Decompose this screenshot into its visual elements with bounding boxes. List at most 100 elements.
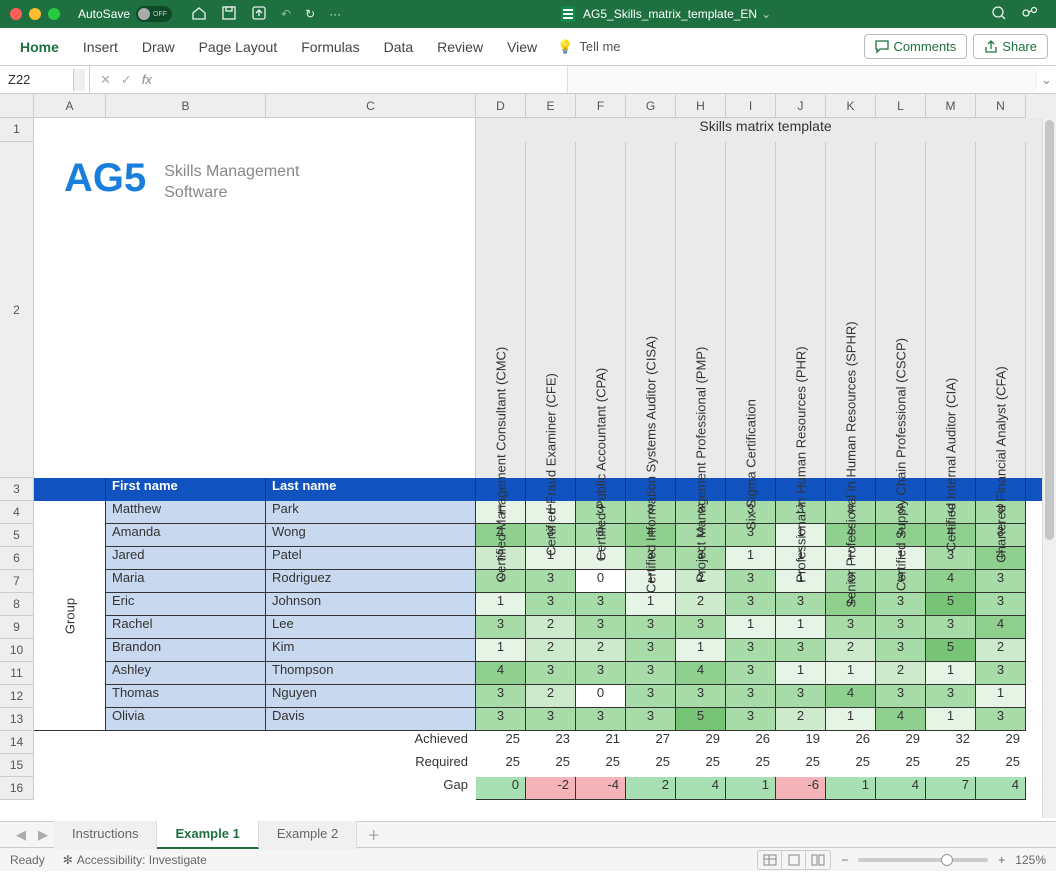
accessibility-icon[interactable]: ✻	[63, 853, 73, 867]
last-name-cell[interactable]: Johnson	[266, 593, 476, 616]
summary-cell[interactable]: 19	[776, 731, 826, 754]
col-header[interactable]: D	[476, 94, 526, 118]
summary-cell[interactable]: 29	[976, 731, 1026, 754]
ribbon-tab-review[interactable]: Review	[425, 28, 495, 66]
col-header[interactable]: I	[726, 94, 776, 118]
score-cell[interactable]: 3	[626, 708, 676, 731]
col-header[interactable]: A	[34, 94, 106, 118]
summary-cell[interactable]: 21	[576, 731, 626, 754]
score-cell[interactable]: 3	[576, 593, 626, 616]
first-name-cell[interactable]: Brandon	[106, 639, 266, 662]
ribbon-tab-view[interactable]: View	[495, 28, 549, 66]
vertical-scrollbar[interactable]	[1042, 118, 1056, 818]
zoom-level[interactable]: 125%	[1015, 853, 1046, 867]
export-icon[interactable]	[251, 5, 267, 24]
score-cell[interactable]: 3	[876, 639, 926, 662]
window-maximize[interactable]	[48, 8, 60, 20]
summary-cell[interactable]: 7	[926, 777, 976, 800]
score-cell[interactable]: 5	[676, 708, 726, 731]
save-icon[interactable]	[221, 5, 237, 24]
last-name-cell[interactable]: Davis	[266, 708, 476, 731]
score-cell[interactable]: 3	[776, 685, 826, 708]
score-cell[interactable]: 3	[526, 662, 576, 685]
score-cell[interactable]: 3	[626, 639, 676, 662]
score-cell[interactable]: 4	[476, 662, 526, 685]
score-cell[interactable]: 4	[926, 570, 976, 593]
row-header[interactable]: 3	[0, 478, 34, 501]
summary-cell[interactable]: 26	[726, 731, 776, 754]
summary-cell[interactable]: 25	[776, 754, 826, 777]
score-cell[interactable]: 2	[526, 685, 576, 708]
summary-cell[interactable]: 25	[926, 754, 976, 777]
score-cell[interactable]: 3	[526, 570, 576, 593]
score-cell[interactable]: 3	[926, 685, 976, 708]
score-cell[interactable]: 2	[526, 616, 576, 639]
score-cell[interactable]: 2	[676, 593, 726, 616]
view-page-layout-icon[interactable]	[782, 851, 806, 869]
home-icon[interactable]	[191, 5, 207, 24]
first-name-cell[interactable]: Matthew	[106, 501, 266, 524]
row-header[interactable]: 2	[0, 142, 34, 478]
score-cell[interactable]: 1	[826, 662, 876, 685]
score-cell[interactable]: 1	[626, 593, 676, 616]
summary-cell[interactable]: 25	[626, 754, 676, 777]
more-icon[interactable]: ···	[329, 7, 341, 21]
sheet-next[interactable]: ▶	[32, 827, 54, 843]
zoom-slider[interactable]	[858, 858, 988, 862]
score-cell[interactable]: 3	[726, 570, 776, 593]
summary-cell[interactable]: 4	[976, 777, 1026, 800]
first-name-cell[interactable]: Ashley	[106, 662, 266, 685]
last-name-cell[interactable]: Kim	[266, 639, 476, 662]
row-header[interactable]: 10	[0, 639, 34, 662]
score-cell[interactable]: 3	[676, 616, 726, 639]
first-name-cell[interactable]: Thomas	[106, 685, 266, 708]
ribbon-tab-home[interactable]: Home	[8, 28, 71, 66]
sheet-tab[interactable]: Example 1	[157, 821, 258, 849]
score-cell[interactable]: 3	[876, 593, 926, 616]
row-header[interactable]: 1	[0, 118, 34, 142]
score-cell[interactable]: 3	[776, 593, 826, 616]
last-name-cell[interactable]: Park	[266, 501, 476, 524]
row-header[interactable]: 12	[0, 685, 34, 708]
last-name-cell[interactable]: Nguyen	[266, 685, 476, 708]
score-cell[interactable]: 3	[476, 685, 526, 708]
view-normal-icon[interactable]	[758, 851, 782, 869]
select-all-corner[interactable]	[0, 94, 34, 118]
col-header[interactable]: K	[826, 94, 876, 118]
score-cell[interactable]: 1	[776, 662, 826, 685]
formula-expand[interactable]: ⌄	[1036, 72, 1056, 88]
view-page-break-icon[interactable]	[806, 851, 830, 869]
name-box[interactable]: Z22	[0, 66, 90, 93]
comments-button[interactable]: Comments	[864, 34, 967, 59]
search-icon[interactable]	[991, 5, 1007, 24]
score-cell[interactable]: 0	[576, 570, 626, 593]
zoom-in[interactable]: +	[998, 853, 1005, 867]
first-name-cell[interactable]: Jared	[106, 547, 266, 570]
score-cell[interactable]: 3	[876, 685, 926, 708]
tell-me[interactable]: Tell me	[579, 39, 620, 54]
summary-cell[interactable]: 29	[876, 731, 926, 754]
ribbon-tab-formulas[interactable]: Formulas	[289, 28, 371, 66]
summary-cell[interactable]: 4	[876, 777, 926, 800]
accessibility-text[interactable]: Accessibility: Investigate	[77, 853, 207, 867]
score-cell[interactable]: 2	[776, 708, 826, 731]
score-cell[interactable]: 3	[726, 685, 776, 708]
col-header[interactable]: L	[876, 94, 926, 118]
redo-icon[interactable]: ↻	[305, 7, 315, 21]
summary-cell[interactable]: 0	[476, 777, 526, 800]
score-cell[interactable]: 3	[926, 616, 976, 639]
first-name-cell[interactable]: Olivia	[106, 708, 266, 731]
row-header[interactable]: 5	[0, 524, 34, 547]
score-cell[interactable]: 4	[676, 662, 726, 685]
undo-icon[interactable]: ↶	[281, 7, 291, 21]
score-cell[interactable]: 3	[976, 570, 1026, 593]
score-cell[interactable]: 0	[576, 685, 626, 708]
score-cell[interactable]: 1	[976, 685, 1026, 708]
row-header[interactable]: 9	[0, 616, 34, 639]
last-name-cell[interactable]: Patel	[266, 547, 476, 570]
ribbon-tab-draw[interactable]: Draw	[130, 28, 187, 66]
score-cell[interactable]: 2	[526, 639, 576, 662]
score-cell[interactable]: 1	[476, 593, 526, 616]
window-close[interactable]	[10, 8, 22, 20]
ribbon-tab-page-layout[interactable]: Page Layout	[187, 28, 290, 66]
